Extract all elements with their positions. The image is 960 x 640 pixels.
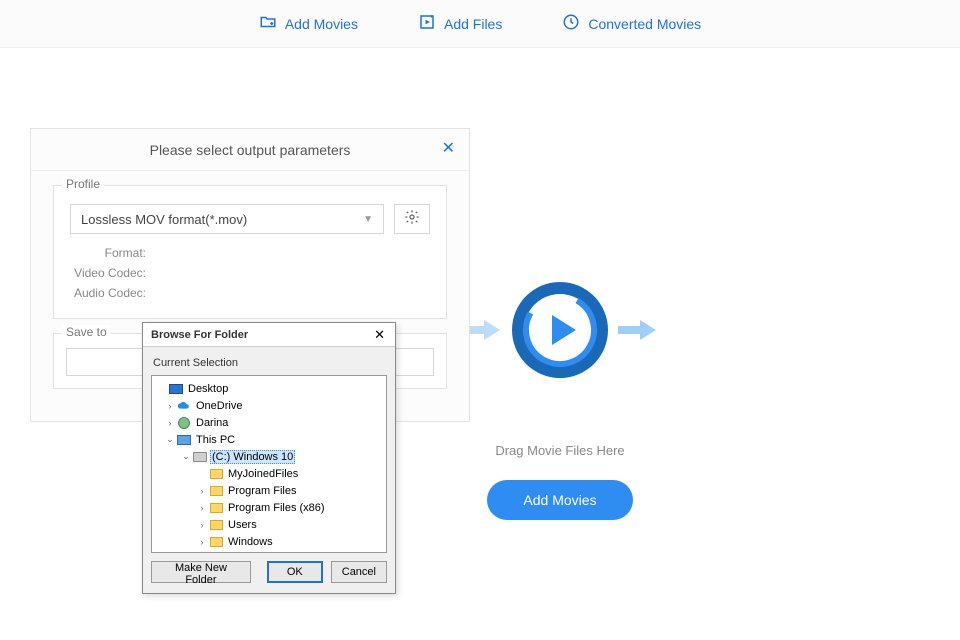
tree-node-folder[interactable]: › Program Files (x86) <box>154 499 384 516</box>
file-play-icon <box>418 13 436 34</box>
tree-node-folder[interactable]: › Program Files <box>154 482 384 499</box>
gear-icon <box>404 209 420 230</box>
ok-button[interactable]: OK <box>267 561 323 583</box>
topbar-label: Add Movies <box>285 16 358 32</box>
format-label: Format: <box>70 246 146 260</box>
profile-fieldset: Profile Lossless MOV format(*.mov) ▼ For… <box>53 185 447 319</box>
topbar: Add Movies Add Files Converted Movies <box>0 0 960 48</box>
folder-icon <box>208 518 224 532</box>
browse-folder-dialog: Browse For Folder ✕ Current Selection De… <box>142 322 396 594</box>
expand-icon[interactable]: › <box>164 418 176 428</box>
video-codec-label: Video Codec: <box>70 266 146 280</box>
expand-icon[interactable]: › <box>196 503 208 513</box>
profile-select[interactable]: Lossless MOV format(*.mov) ▼ <box>70 204 384 234</box>
tree-node-folder[interactable]: › Windows <box>154 533 384 550</box>
tree-node-d-drive[interactable]: › (D:) Data <box>154 550 384 553</box>
topbar-label: Converted Movies <box>588 16 701 32</box>
topbar-converted-movies[interactable]: Converted Movies <box>562 13 701 34</box>
dialog-header: Browse For Folder ✕ <box>143 323 395 347</box>
saveto-legend: Save to <box>62 325 111 339</box>
close-icon[interactable]: ✕ <box>438 137 459 161</box>
current-selection-label: Current Selection <box>143 347 395 375</box>
expand-icon[interactable]: › <box>196 537 208 547</box>
tree-node-folder[interactable]: › Users <box>154 516 384 533</box>
tree-node-folder[interactable]: MyJoinedFiles <box>154 465 384 482</box>
user-icon <box>176 416 192 430</box>
profile-value: Lossless MOV format(*.mov) <box>81 212 247 227</box>
tree-node-desktop[interactable]: Desktop <box>154 380 384 397</box>
tree-node-onedrive[interactable]: › OneDrive <box>154 397 384 414</box>
expand-icon[interactable]: › <box>196 486 208 496</box>
add-movies-button[interactable]: Add Movies <box>487 480 632 520</box>
tree-node-c-drive[interactable]: ⌄ (C:) Windows 10 <box>154 448 384 465</box>
topbar-add-files[interactable]: Add Files <box>418 13 502 34</box>
topbar-add-movies[interactable]: Add Movies <box>259 13 358 34</box>
make-new-folder-button[interactable]: Make New Folder <box>151 561 251 583</box>
folder-plus-icon <box>259 13 277 34</box>
folder-icon <box>208 467 224 481</box>
collapse-icon[interactable]: ⌄ <box>164 434 176 445</box>
dialog-buttons: Make New Folder OK Cancel <box>143 553 395 593</box>
tree-node-thispc[interactable]: ⌄ This PC <box>154 431 384 448</box>
clock-icon <box>562 13 580 34</box>
dialog-header: Please select output parameters ✕ <box>31 129 469 171</box>
dialog-title: Browse For Folder <box>151 329 248 341</box>
cancel-button[interactable]: Cancel <box>331 561 387 583</box>
folder-icon <box>208 484 224 498</box>
drive-icon <box>192 450 208 464</box>
topbar-label: Add Files <box>444 16 502 32</box>
folder-icon <box>208 501 224 515</box>
cloud-icon <box>176 399 192 413</box>
expand-icon[interactable]: › <box>196 520 208 530</box>
close-icon[interactable]: ✕ <box>370 325 389 345</box>
audio-codec-label: Audio Codec: <box>70 286 146 300</box>
collapse-icon[interactable]: ⌄ <box>180 451 192 462</box>
expand-icon[interactable]: › <box>164 401 176 411</box>
play-circle-icon <box>510 280 610 385</box>
profile-legend: Profile <box>62 177 104 191</box>
folder-icon <box>208 535 224 549</box>
arrow-right-icon <box>618 318 658 347</box>
tree-node-user[interactable]: › Darina <box>154 414 384 431</box>
computer-icon <box>176 433 192 447</box>
drive-icon <box>192 552 208 554</box>
desktop-icon <box>168 382 184 396</box>
dropzone-hint: Drag Movie Files Here <box>430 443 690 458</box>
chevron-down-icon: ▼ <box>363 214 373 225</box>
profile-settings-button[interactable] <box>394 204 430 234</box>
folder-tree[interactable]: Desktop › OneDrive › Darina ⌄ This PC ⌄ … <box>151 375 387 553</box>
dialog-title: Please select output parameters <box>150 142 351 158</box>
profile-properties: Format: Video Codec: Audio Codec: <box>70 246 430 300</box>
